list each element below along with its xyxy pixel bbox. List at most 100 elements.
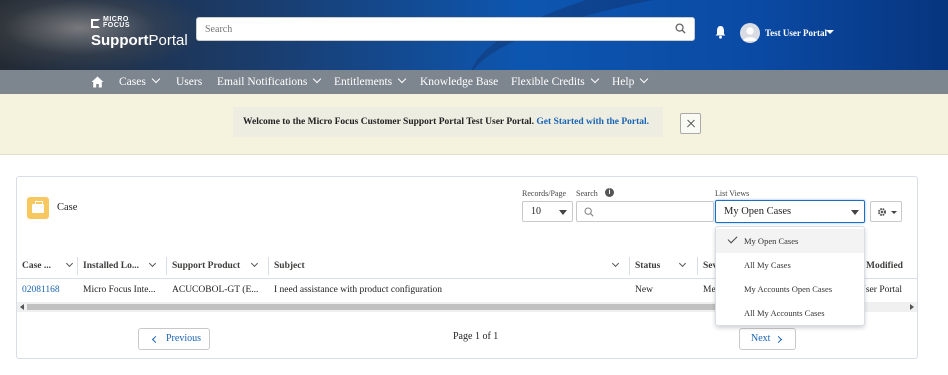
cell-status: New bbox=[635, 285, 653, 295]
list-view-option-my-accounts-open-cases[interactable]: My Accounts Open Cases bbox=[716, 277, 864, 301]
bell-icon[interactable] bbox=[714, 25, 727, 39]
search-icon[interactable] bbox=[675, 23, 686, 34]
home-icon[interactable] bbox=[91, 76, 104, 88]
user-menu-caret-icon[interactable] bbox=[826, 30, 834, 34]
gear-icon bbox=[878, 208, 886, 216]
page-info: Page 1 of 1 bbox=[453, 331, 499, 342]
logo-support-text: Support bbox=[91, 32, 149, 49]
search-icon bbox=[584, 207, 594, 217]
cell-installed-location: Micro Focus Inte... bbox=[83, 285, 156, 295]
nav-help[interactable]: Help bbox=[612, 70, 649, 94]
logo-portal-text: Portal bbox=[148, 32, 188, 49]
chevron-down-icon[interactable] bbox=[678, 259, 687, 268]
list-views-select[interactable]: My Open Cases bbox=[715, 200, 865, 223]
briefcase-icon bbox=[27, 197, 49, 219]
cell-case-number[interactable]: 02081168 bbox=[22, 279, 77, 301]
checkmark-icon bbox=[727, 233, 738, 244]
records-per-page-select[interactable]: 10 bbox=[522, 201, 573, 222]
nav-knowledge-base[interactable]: Knowledge Base bbox=[420, 70, 498, 94]
support-portal-logo[interactable]: MICRO FOCUS SupportPortal bbox=[91, 16, 188, 49]
list-views-label: List Views bbox=[715, 189, 750, 198]
previous-page-button[interactable]: Previous bbox=[138, 328, 210, 350]
main-nav: Cases Users Email Notifications Entitlem… bbox=[0, 70, 948, 94]
previous-label: Previous bbox=[166, 333, 201, 344]
nav-knowledge-base-label: Knowledge Base bbox=[420, 76, 499, 88]
column-support-product[interactable]: Support Product bbox=[172, 253, 259, 279]
close-banner-button[interactable] bbox=[680, 113, 701, 134]
records-per-page-label: Records/Page bbox=[522, 189, 566, 198]
chevron-left-icon bbox=[151, 335, 160, 344]
chevron-down-icon[interactable] bbox=[611, 259, 620, 268]
option-label: All My Cases bbox=[744, 260, 791, 270]
welcome-text: Welcome to the Micro Focus Customer Supp… bbox=[243, 117, 535, 127]
list-settings-button[interactable] bbox=[870, 201, 902, 222]
info-icon[interactable]: i bbox=[605, 188, 614, 197]
caret-down-icon bbox=[851, 210, 859, 215]
cell-support-product: ACUCOBOL-GT (E... bbox=[172, 285, 259, 295]
option-label: My Accounts Open Cases bbox=[744, 284, 833, 294]
column-status[interactable]: Status bbox=[635, 253, 687, 279]
micro-focus-logo: MICRO FOCUS bbox=[91, 16, 188, 29]
chevron-down-icon bbox=[397, 74, 407, 84]
caret-down-icon bbox=[891, 211, 897, 214]
get-started-link[interactable]: Get Started with the Portal. bbox=[536, 117, 649, 127]
avatar-person-icon bbox=[743, 27, 757, 41]
chevron-down-icon[interactable] bbox=[65, 259, 74, 268]
column-support-product-label: Support Product bbox=[172, 261, 241, 271]
global-search-input[interactable] bbox=[197, 18, 657, 40]
global-search[interactable] bbox=[196, 17, 695, 41]
logo-line-2: FOCUS bbox=[103, 22, 130, 29]
chevron-down-icon[interactable] bbox=[148, 259, 157, 268]
cell-subject: I need assistance with product configura… bbox=[274, 285, 443, 295]
chevron-down-icon[interactable] bbox=[250, 259, 259, 268]
column-case[interactable]: Case ... bbox=[22, 253, 74, 279]
column-status-label: Status bbox=[635, 261, 661, 271]
scroll-right-arrow-icon[interactable] bbox=[910, 304, 914, 310]
micro-focus-mark-icon bbox=[91, 18, 100, 28]
nav-users-label: Users bbox=[176, 76, 203, 88]
list-views-selected-value: My Open Cases bbox=[724, 206, 792, 217]
column-subject[interactable]: Subject bbox=[274, 253, 620, 279]
case-number-link[interactable]: 02081168 bbox=[22, 285, 60, 295]
column-divider bbox=[629, 257, 630, 275]
nav-cases[interactable]: Cases bbox=[119, 70, 161, 94]
welcome-message: Welcome to the Micro Focus Customer Supp… bbox=[243, 117, 649, 127]
column-divider bbox=[166, 257, 167, 275]
user-avatar[interactable] bbox=[740, 23, 760, 43]
cell-modified: User Portal bbox=[859, 285, 903, 295]
nav-entitlements-label: Entitlements bbox=[334, 76, 393, 88]
nav-email-notifications[interactable]: Email Notifications bbox=[217, 70, 322, 94]
column-divider bbox=[268, 257, 269, 275]
header-banner: MICROFOCUS SupportPortal Test User Porta… bbox=[0, 0, 948, 70]
column-installed-location-label: Installed Lo... bbox=[83, 261, 139, 271]
records-per-page-value: 10 bbox=[531, 206, 541, 217]
nav-entitlements[interactable]: Entitlements bbox=[334, 70, 407, 94]
nav-cases-label: Cases bbox=[119, 76, 146, 88]
column-installed-location[interactable]: Installed Lo... bbox=[83, 253, 157, 279]
chevron-down-icon bbox=[640, 74, 649, 84]
nav-flexible-credits-label: Flexible Credits bbox=[511, 76, 585, 88]
list-view-option-all-my-cases[interactable]: All My Cases bbox=[716, 253, 864, 277]
case-search-input[interactable] bbox=[576, 201, 714, 222]
nav-flexible-credits[interactable]: Flexible Credits bbox=[511, 70, 600, 94]
column-subject-label: Subject bbox=[274, 261, 305, 271]
column-divider bbox=[77, 257, 78, 275]
column-case-label: Case ... bbox=[22, 261, 52, 271]
case-list-title: Case bbox=[57, 202, 78, 213]
next-label: Next bbox=[751, 333, 771, 344]
column-modified-label: Modified bbox=[866, 261, 903, 271]
user-name[interactable]: Test User Portal bbox=[765, 28, 827, 38]
list-view-option-my-open-cases[interactable]: My Open Cases bbox=[716, 229, 864, 253]
nav-help-label: Help bbox=[612, 76, 635, 88]
nav-email-notifications-label: Email Notifications bbox=[217, 76, 308, 88]
list-views-dropdown: My Open Cases All My Cases My Accounts O… bbox=[715, 226, 865, 326]
chevron-right-icon bbox=[774, 335, 783, 344]
caret-down-icon bbox=[559, 210, 567, 215]
next-page-button[interactable]: Next bbox=[739, 328, 796, 350]
nav-users[interactable]: Users bbox=[176, 70, 202, 94]
welcome-banner: Welcome to the Micro Focus Customer Supp… bbox=[0, 94, 948, 155]
welcome-message-box: Welcome to the Micro Focus Customer Supp… bbox=[233, 107, 663, 137]
column-modified[interactable]: Modified bbox=[866, 253, 903, 279]
scroll-left-arrow-icon[interactable] bbox=[20, 304, 24, 310]
list-view-option-all-my-accounts-cases[interactable]: All My Accounts Cases bbox=[716, 301, 864, 325]
